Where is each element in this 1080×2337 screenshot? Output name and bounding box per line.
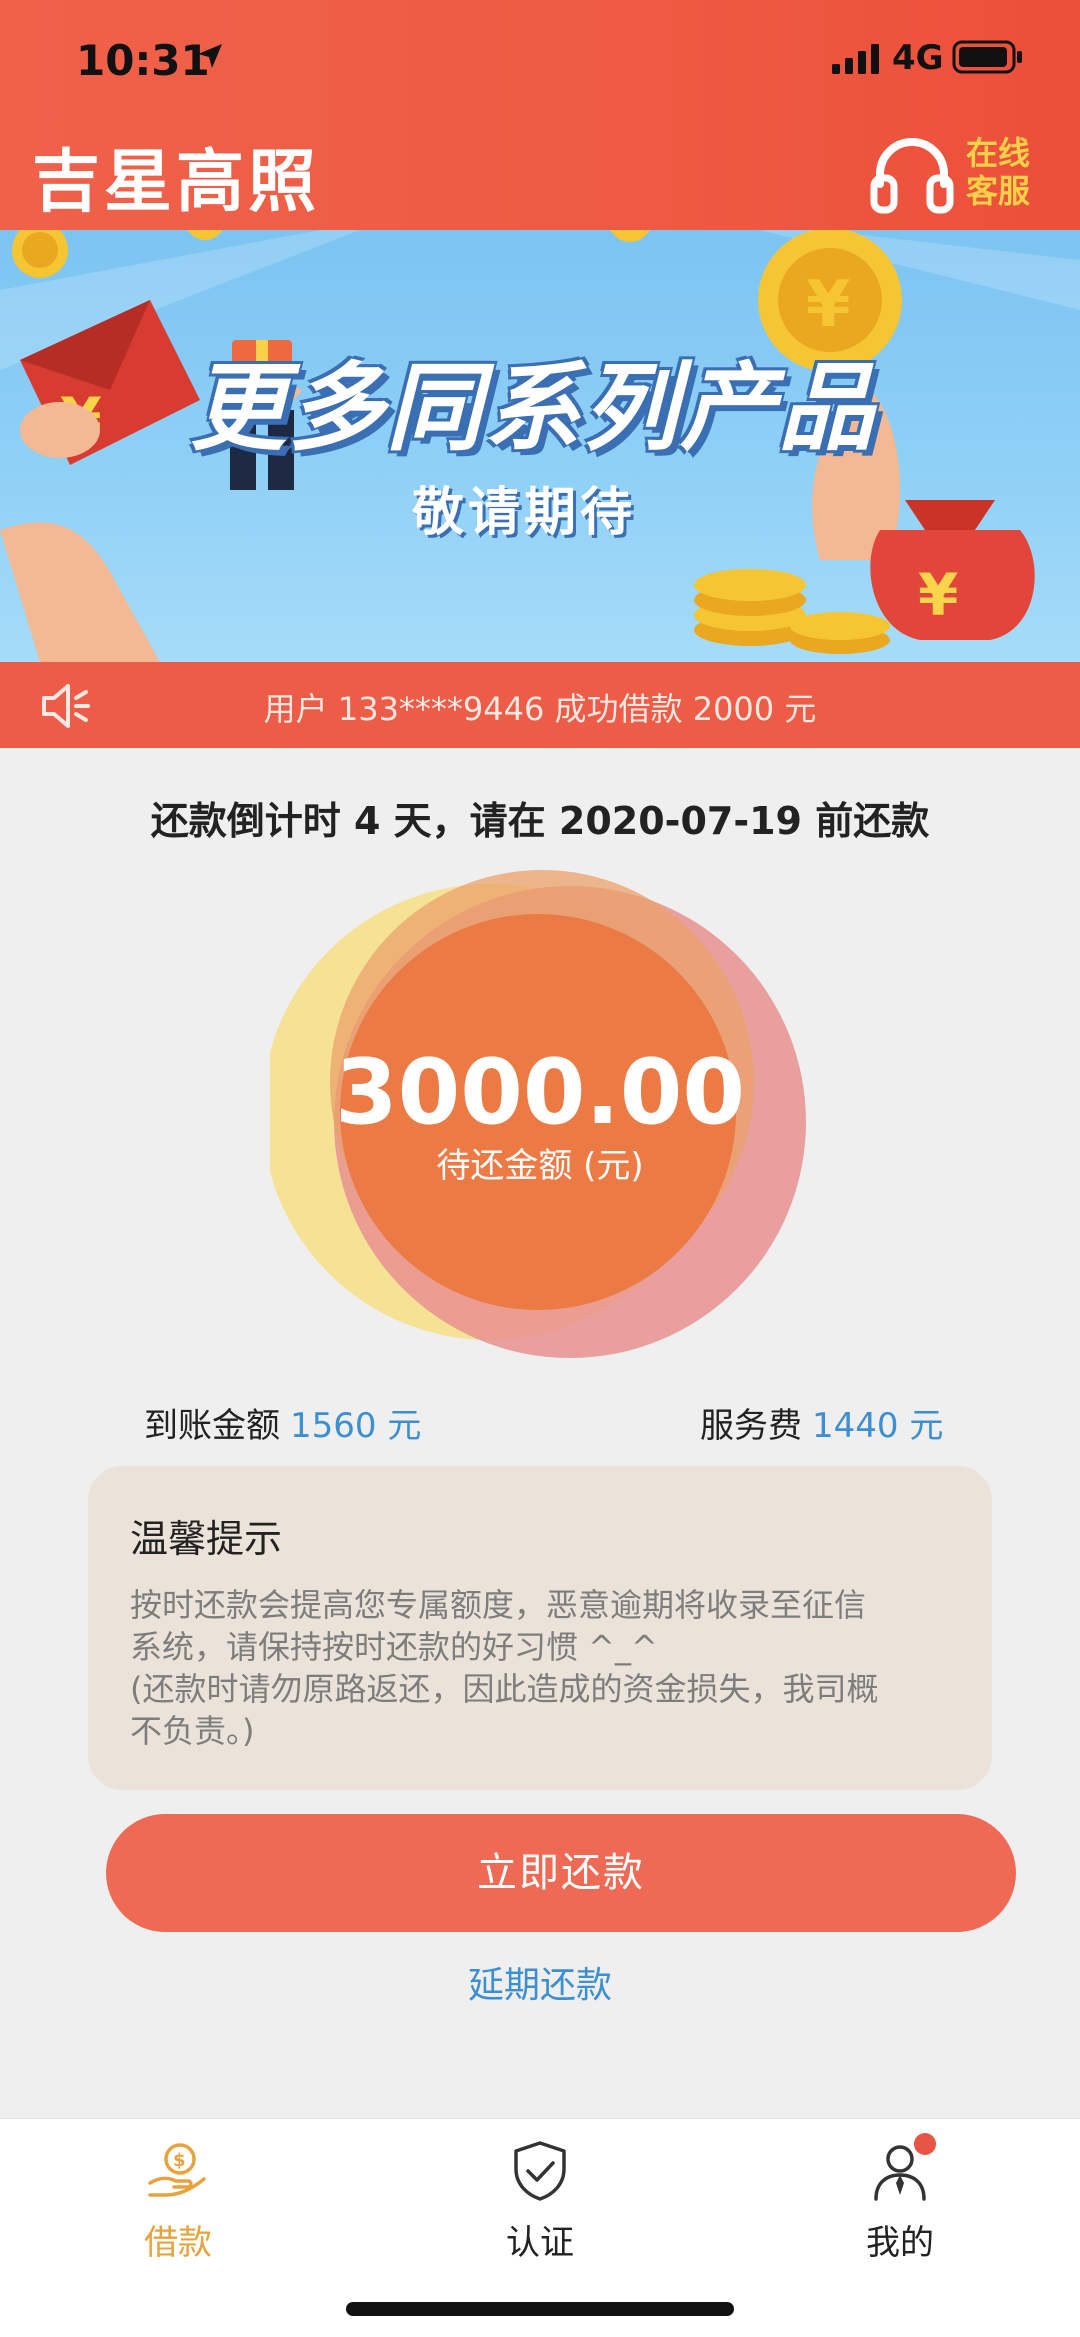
amount-due-label: 待还金额 (元) [436,1146,644,1186]
location-arrow-icon [198,44,222,68]
service-fee: 服务费 1440 元 [700,1398,943,1447]
customer-service-button[interactable]: 在线客服 [870,128,1050,218]
network-type: 4G [892,38,944,78]
tips-line: 按时还款会提高您专属额度，恶意逾期将收录至征信 [130,1586,867,1624]
status-time: 10:31 [76,36,210,85]
announcement-text: 用户 133****9446 成功借款 2000 元 [263,690,817,728]
pay-now-button[interactable]: 立即还款 [106,1814,1016,1932]
banner-title: 更多同系列产品 [190,352,876,464]
home-indicator [346,2302,734,2316]
received-amount-value: 1560 元 [290,1406,422,1446]
tips-line: 不负责。) [130,1712,255,1750]
page-title: 吉星高照 [32,143,321,222]
tab-verification[interactable]: 认证 [440,2139,640,2269]
repayment-countdown: 还款倒计时 4 天，请在 2020-07-19 前还款 [150,799,930,843]
customer-service-label: 在线客服 [966,134,1031,210]
signal-strength-icon [832,44,879,74]
service-fee-value: 1440 元 [812,1406,944,1446]
app-header: 10:31 4G 吉星高照 在线客服 [0,0,1080,230]
tips-line: 系统，请保持按时还款的好习惯 ^_^ [130,1628,658,1666]
tab-loan[interactable]: $ 借款 [78,2139,278,2269]
svg-text:¥: ¥ [918,561,958,629]
service-fee-label: 服务费 [700,1406,802,1446]
battery-icon [952,40,1022,74]
tips-body: 按时还款会提高您专属额度，恶意逾期将收录至征信 系统，请保持按时还款的好习惯 ^… [130,1584,958,1752]
tips-title: 温馨提示 [130,1517,283,1561]
tab-loan-label: 借款 [144,2223,212,2263]
svg-text:$: $ [173,2150,186,2171]
tab-verification-label: 认证 [506,2223,574,2263]
status-bar: 10:31 4G [0,0,1080,120]
shield-check-icon [514,2141,566,2201]
headset-icon [870,138,954,214]
tab-profile[interactable]: 我的 [800,2133,1000,2269]
banner-subtitle: 敬请期待 [412,483,637,543]
tips-line: (还款时请勿原路返还，因此造成的资金损失，我司概 [130,1670,879,1708]
delay-repayment-link[interactable]: 延期还款 [0,1956,1080,2008]
money-hand-icon: $ [148,2143,206,2197]
received-amount: 到账金额 1560 元 [144,1398,421,1447]
promo-banner[interactable]: ¥ ¥ ¥ 更多同系列产品 敬请期待 [0,230,1080,662]
amount-due: 3000.00 [335,1040,745,1145]
tips-card: 温馨提示 按时还款会提高您专属额度，恶意逾期将收录至征信 系统，请保持按时还款的… [88,1466,992,1790]
tab-profile-label: 我的 [866,2223,934,2263]
received-amount-label: 到账金额 [144,1406,280,1446]
announcement-bar: 用户 133****9446 成功借款 2000 元 [0,662,1080,748]
notification-dot [914,2133,936,2155]
